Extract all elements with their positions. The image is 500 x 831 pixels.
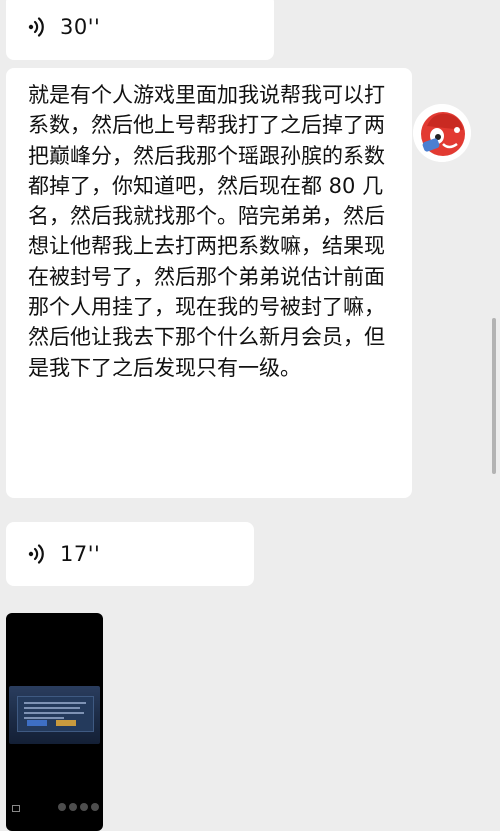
video-controls <box>58 803 99 811</box>
voice-message-bubble[interactable]: 30'' <box>6 0 274 60</box>
dialog-text-line <box>24 702 86 704</box>
dialog-text-line <box>24 707 80 709</box>
control-dot-icon <box>80 803 88 811</box>
avatar[interactable] <box>413 104 471 162</box>
dialog-action-button <box>56 720 76 726</box>
control-dot-icon <box>58 803 66 811</box>
game-screenshot <box>9 686 100 744</box>
control-dot-icon <box>91 803 99 811</box>
expand-icon <box>12 805 20 812</box>
dialog-text-line <box>24 712 84 714</box>
dialog-text-line <box>24 717 64 719</box>
voice-wave-icon <box>28 544 44 564</box>
scrollbar[interactable] <box>492 318 496 474</box>
voice-duration: 30'' <box>60 15 101 39</box>
dialog-confirm-button <box>27 720 47 726</box>
voice-duration: 17'' <box>60 542 101 566</box>
cartoon-avatar-icon <box>413 104 471 162</box>
video-thumbnail[interactable] <box>6 613 103 831</box>
dialog-panel <box>17 696 94 732</box>
voice-message-bubble[interactable]: 17'' <box>6 522 254 586</box>
text-message-bubble[interactable]: 就是有个人游戏里面加我说帮我可以打系数，然后他上号帮我打了之后掉了两把巅峰分，然… <box>6 68 412 498</box>
control-dot-icon <box>69 803 77 811</box>
message-text: 就是有个人游戏里面加我说帮我可以打系数，然后他上号帮我打了之后掉了两把巅峰分，然… <box>28 83 385 380</box>
voice-wave-icon <box>28 17 44 37</box>
